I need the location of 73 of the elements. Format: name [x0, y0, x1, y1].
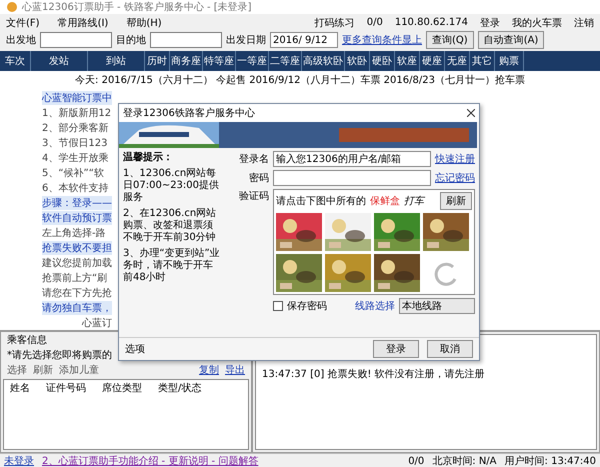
menu-item[interactable]: 文件(F): [6, 16, 40, 30]
window-title: 心蓝12306订票助手 - 铁路客户服务中心 - [未登录]: [22, 0, 252, 14]
to-field[interactable]: [150, 32, 222, 48]
user-time: 用户时间: 13:47:40: [504, 454, 596, 467]
tool-button[interactable]: 添加儿童: [59, 362, 99, 376]
more-options-link[interactable]: 更多查询条件显上: [342, 33, 422, 47]
counter: 0/0: [408, 456, 424, 466]
toolbar-link[interactable]: 我的火车票: [512, 16, 562, 30]
input-field[interactable]: 输入您12306的用户名/邮箱: [273, 151, 431, 167]
news-line: 抢票前上方“刷: [42, 272, 108, 285]
date-info: 今天: 2016/7/15（六月十二） 今起售 2016/9/12（八月十二）车票 2016/8/23（七月廿一）抢车票: [0, 71, 600, 89]
refresh-button[interactable]: 刷新: [440, 192, 472, 210]
checkbox-label: 保存密码: [287, 300, 327, 313]
search-button[interactable]: 查询(Q): [426, 31, 474, 49]
log-line: 13:47:37 [0] 抢票失败! 软件没有注册，请先注册: [262, 368, 485, 381]
captcha-prompt: 请点击下图中所有的: [276, 194, 366, 208]
input-field[interactable]: [273, 170, 431, 186]
column-header: 席位类型: [102, 382, 142, 394]
tool-button[interactable]: 刷新: [33, 362, 53, 376]
dialog-title: 登录12306铁路客户服务中心: [123, 106, 255, 120]
news-line: 2、部分乘客新: [42, 122, 108, 135]
checkbox[interactable]: [273, 301, 283, 311]
column-header: 证件号码: [46, 382, 86, 394]
column-header: 类型/状态: [158, 382, 202, 394]
toolbar-link[interactable]: 110.80.62.174: [394, 17, 468, 28]
tip-text: 1、12306.cn网站每日07:00~23:00提供服务: [123, 168, 220, 204]
tips-title: 温馨提示：: [123, 152, 174, 164]
from-label: 出发地: [6, 34, 36, 47]
menu-item[interactable]: 常用路线(I): [58, 16, 108, 30]
date-field[interactable]: 2016/ 9/12: [270, 32, 338, 48]
line-dropdown[interactable]: 本地线路: [399, 298, 475, 314]
field-label: 验证码: [238, 190, 269, 203]
passenger-prompt: *请先选择您即将购票的: [7, 348, 112, 362]
field-link[interactable]: 忘记密码: [435, 171, 475, 185]
news-line: 建议您提前加载: [42, 256, 112, 270]
captcha-hint: 打车: [404, 194, 424, 208]
dialog-button[interactable]: 登录: [373, 340, 419, 358]
field-label: 密码: [248, 172, 269, 185]
news-line: 6、本软件支持: [42, 182, 108, 195]
news-line: 1、新版新用12: [42, 106, 112, 120]
date-label: 出发日期: [226, 34, 266, 47]
news-line: 5、“候补”“软: [42, 166, 104, 180]
captcha-word: 保鲜盒: [370, 194, 400, 208]
line-label: 线路选择: [355, 300, 395, 313]
close-icon[interactable]: [467, 109, 475, 117]
tool-button[interactable]: 选择: [7, 362, 27, 376]
to-label: 目的地: [116, 34, 146, 47]
from-field[interactable]: [40, 32, 112, 48]
column-header: 姓名: [10, 382, 30, 394]
toolbar-link[interactable]: 登录: [480, 16, 500, 30]
search-button[interactable]: 自动查询(A): [478, 31, 544, 49]
app-icon: [6, 1, 18, 13]
news-line: 3、节假日123: [42, 136, 108, 150]
menu-item[interactable]: 帮助(H): [126, 16, 162, 30]
news-line: 请您在下方先抢: [42, 286, 112, 300]
toolbar-link[interactable]: 打码练习: [314, 16, 355, 30]
dialog-button[interactable]: 取消: [427, 340, 473, 358]
beijing-time: 北京时间: N/A: [432, 454, 497, 467]
news-line: 4、学生开放乘: [42, 152, 108, 165]
field-link[interactable]: 快速注册: [435, 152, 475, 166]
action-link[interactable]: 导出: [225, 362, 245, 376]
action-link[interactable]: 复制: [199, 362, 219, 376]
toolbar-link[interactable]: 注销: [574, 16, 594, 30]
tip-text: 2、在12306.cn网站购票、改签和退票须不晚于开车前30分钟: [123, 208, 218, 244]
options-link[interactable]: 选项: [125, 342, 145, 356]
toolbar-link[interactable]: 0/0: [366, 17, 383, 28]
tip-text: 3、办理“变更到站”业务时，请不晚于开车前48小时: [123, 248, 221, 284]
news-line: 左上角选择-路: [42, 226, 106, 240]
field-label: 登录名: [238, 153, 269, 166]
notice-link[interactable]: 2、心蓝订票助手功能介绍 - 更新说明 - 问题解答: [42, 454, 258, 467]
login-status: 未登录: [4, 454, 34, 467]
news-line: 心蓝订: [82, 316, 112, 330]
panel-title: 乘客信息: [7, 334, 47, 346]
